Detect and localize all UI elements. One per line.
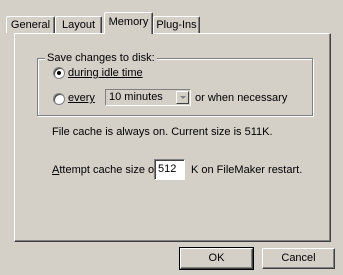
tab-general[interactable]: General [6,16,55,33]
tab-layout[interactable]: Layout [55,16,102,33]
chevron-down-icon [180,96,186,99]
cache-size-prefix-rest: ttempt cache size of [59,164,158,176]
cache-size-input[interactable]: 512 [154,159,185,180]
preferences-dialog: General Layout Memory Plug-Ins Save chan… [0,0,343,275]
tab-plug-ins[interactable]: Plug-Ins [153,16,200,33]
cache-status-text: File cache is always on. Current size is… [52,126,273,138]
group-label: Save changes to disk: [45,52,157,64]
radio-every-label[interactable]: every [68,91,95,105]
cache-size-prefix: Attempt cache size of [52,163,157,177]
radio-idle-time[interactable] [53,67,65,79]
dropdown-button[interactable] [176,91,189,104]
radio-idle-time-label[interactable]: during idle time [68,66,143,80]
ok-button[interactable]: OK [179,247,254,270]
tab-memory[interactable]: Memory [104,12,153,34]
cancel-button[interactable]: Cancel [262,248,335,269]
interval-value: 10 minutes [109,91,163,103]
interval-select[interactable]: 10 minutes [105,89,191,106]
cache-size-suffix: K on FileMaker restart. [191,164,303,176]
radio-every[interactable] [53,93,65,105]
save-changes-group: Save changes to disk: [37,52,313,116]
radio-selected-dot [57,71,61,75]
interval-suffix: or when necessary [195,92,288,104]
